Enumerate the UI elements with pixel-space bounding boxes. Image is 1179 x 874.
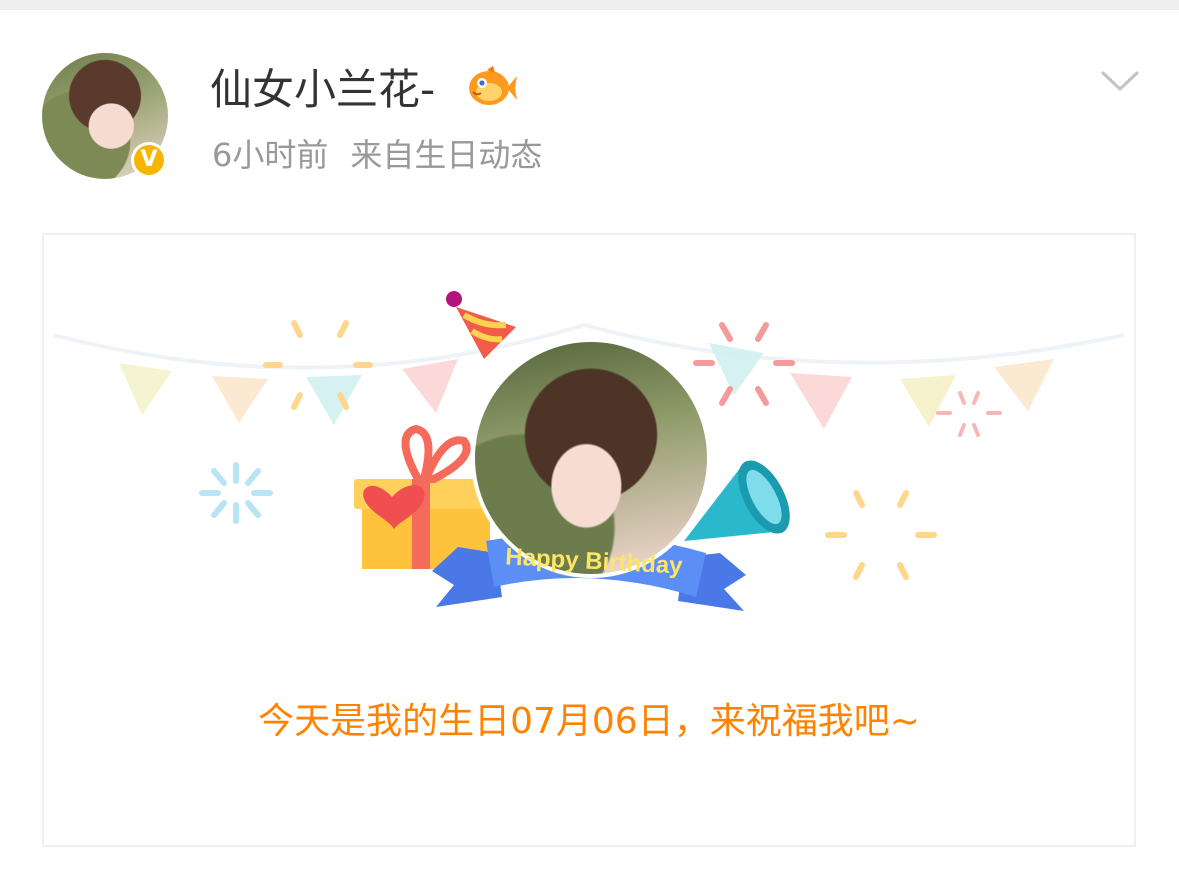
post-source[interactable]: 来自生日动态	[350, 136, 542, 174]
chevron-down-icon[interactable]	[1100, 66, 1140, 96]
top-divider	[0, 0, 1179, 10]
birthday-message: 今天是我的生日07月06日，来祝福我吧~	[258, 701, 920, 742]
birthday-card[interactable]: Happy Birthday 今天是我的生日07月06日，来祝福我吧~	[42, 233, 1136, 847]
post-time: 6小时前	[212, 136, 329, 174]
post-meta: 6小时前 来自生日动态	[212, 133, 542, 177]
fish-emoji-icon	[469, 66, 517, 105]
username[interactable]: 仙女小兰花-	[210, 64, 435, 116]
verified-v-icon: V	[131, 142, 167, 178]
ribbon-text: Happy Birthday	[505, 543, 684, 579]
